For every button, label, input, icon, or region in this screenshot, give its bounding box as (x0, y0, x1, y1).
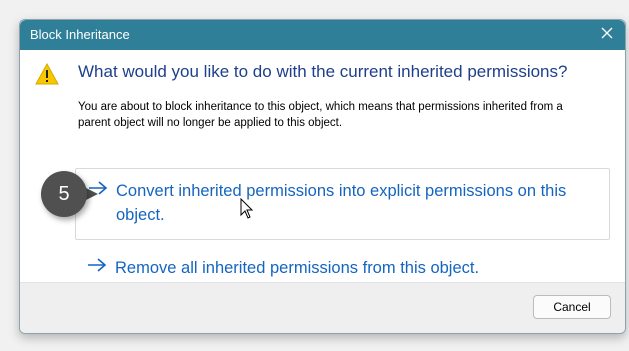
convert-permissions-label: Convert inherited permissions into expli… (116, 182, 567, 224)
block-inheritance-dialog: Block Inheritance What would you like to… (19, 19, 626, 334)
dialog-description: You are about to block inheritance to th… (78, 101, 563, 129)
arrow-right-icon (87, 257, 107, 273)
cancel-button[interactable]: Cancel (533, 295, 611, 319)
close-icon[interactable] (599, 25, 615, 41)
remove-permissions-option[interactable]: Remove all inherited permissions from th… (75, 250, 610, 282)
step-badge: 5 (41, 171, 87, 217)
dialog-footer: Cancel (20, 282, 625, 333)
dialog-title: Block Inheritance (30, 27, 130, 42)
dialog-heading: What would you like to do with the curre… (78, 62, 568, 81)
mouse-cursor-icon (240, 198, 254, 219)
remove-permissions-label: Remove all inherited permissions from th… (115, 259, 480, 277)
dialog-content: What would you like to do with the curre… (20, 50, 625, 285)
convert-permissions-option[interactable]: Convert inherited permissions into expli… (75, 168, 610, 240)
warning-icon (35, 62, 59, 85)
dialog-titlebar: Block Inheritance (20, 20, 625, 50)
